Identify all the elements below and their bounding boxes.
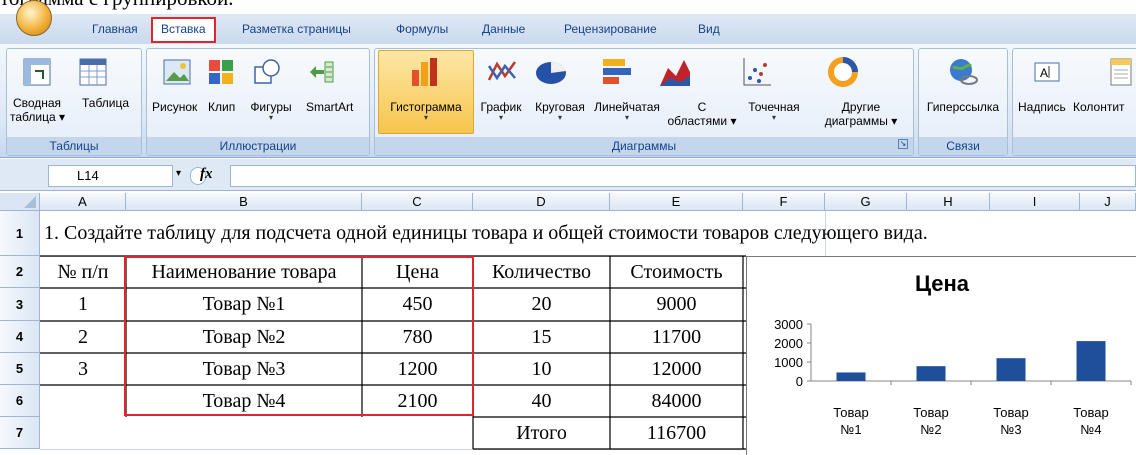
table-cell[interactable]: Товар №4 [126, 385, 362, 417]
table-cell[interactable]: 40 [473, 385, 610, 417]
table-cell[interactable]: 9000 [610, 288, 743, 321]
table-cell[interactable]: 450 [362, 288, 473, 321]
table-cell[interactable]: 1200 [362, 353, 473, 385]
y-tick-label: 3000 [774, 317, 803, 332]
x-tick-label: Товар [913, 405, 948, 420]
table-cell[interactable]: 2100 [362, 385, 473, 417]
table-cell[interactable]: Товар №3 [126, 353, 362, 385]
chart-bar [836, 372, 866, 381]
table-cell[interactable]: Товар №1 [126, 288, 362, 321]
chart-bar [916, 366, 946, 381]
table-cell[interactable]: 2 [40, 321, 126, 353]
y-tick-label: 1000 [774, 355, 803, 370]
chart-title: Цена [914, 271, 970, 296]
chart-plot: 0 1000 2000 3000 Товар №1 Товар №2 Товар №3 Товар №… [774, 317, 1132, 437]
table-cell[interactable]: 3 [40, 353, 126, 385]
x-tick-label: №2 [920, 422, 941, 437]
header-cell-price[interactable]: Цена [362, 256, 473, 288]
table-cell[interactable]: 11700 [610, 321, 743, 353]
x-tick-label: Товар [1073, 405, 1108, 420]
y-tick-label: 0 [796, 374, 803, 389]
table-cell[interactable]: 84000 [610, 385, 743, 417]
table-cell[interactable]: 780 [362, 321, 473, 353]
price-chart[interactable]: Цена 0 1000 2000 3000 Товар №1 Товар №2 Товар №3 Т… [746, 256, 1136, 455]
table-cell[interactable]: 15 [473, 321, 610, 353]
chart-bar [1076, 341, 1106, 381]
table-cell[interactable]: Товар №2 [126, 321, 362, 353]
header-cell-cost[interactable]: Стоимость [610, 256, 743, 288]
total-label-cell[interactable]: Итого [473, 417, 610, 449]
x-tick-label: Товар [833, 405, 868, 420]
chart-bar [996, 358, 1026, 381]
table-cell[interactable]: 12000 [610, 353, 743, 385]
x-tick-label: №3 [1000, 422, 1021, 437]
x-tick-label: №1 [840, 422, 861, 437]
table-cell[interactable]: 20 [473, 288, 610, 321]
table-cell[interactable]: 10 [473, 353, 610, 385]
x-tick-label: Товар [993, 405, 1028, 420]
y-tick-label: 2000 [774, 336, 803, 351]
total-value-cell[interactable]: 116700 [610, 417, 743, 449]
header-cell-product-name[interactable]: Наименование товара [126, 256, 362, 288]
header-cell-number[interactable]: № п/п [40, 256, 126, 288]
table-cell[interactable] [40, 385, 126, 417]
table-cell[interactable]: 1 [40, 288, 126, 321]
x-tick-label: №4 [1080, 422, 1101, 437]
header-cell-quantity[interactable]: Количество [473, 256, 610, 288]
